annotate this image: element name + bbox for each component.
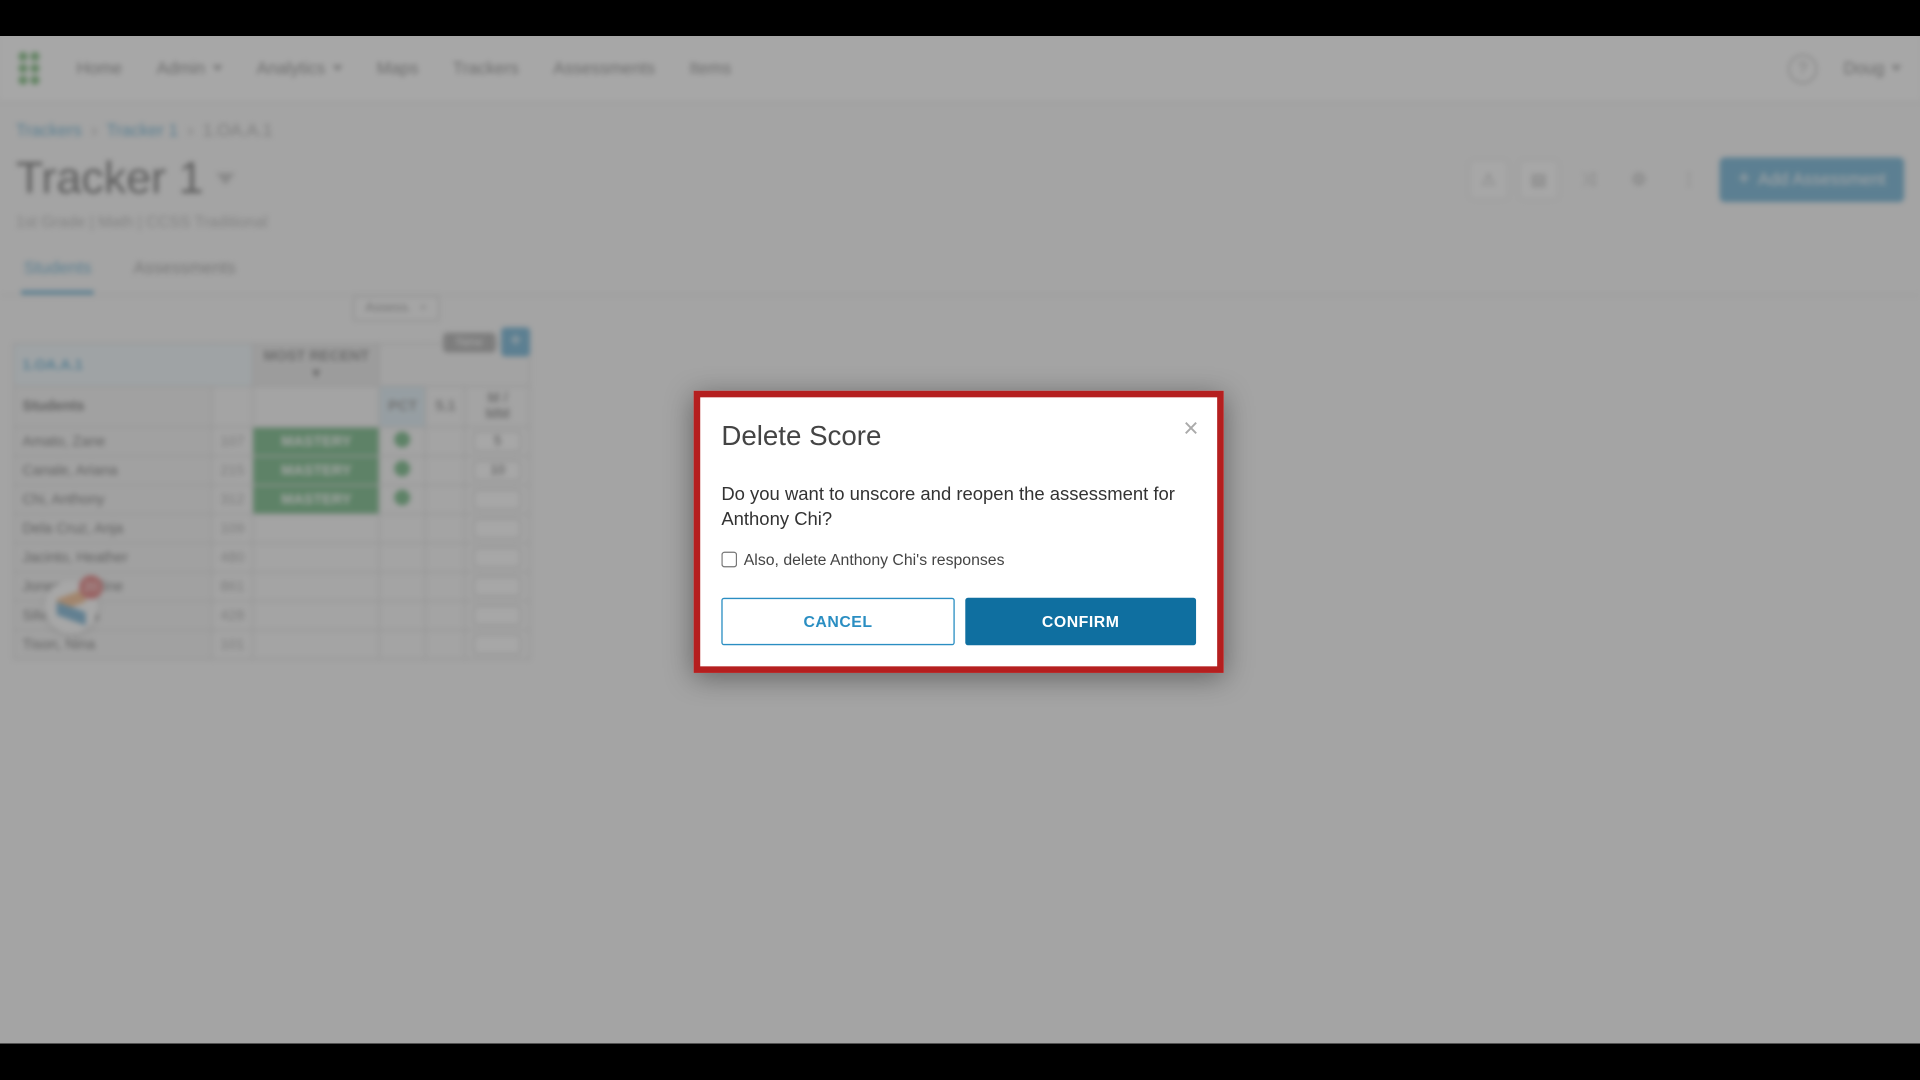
modal-title: Delete Score — [721, 421, 1196, 453]
delete-responses-input[interactable] — [721, 551, 737, 567]
cancel-button[interactable]: CANCEL — [721, 597, 954, 644]
delete-score-modal: Delete Score × Do you want to unscore an… — [694, 391, 1224, 673]
confirm-button[interactable]: CONFIRM — [965, 597, 1196, 644]
delete-responses-checkbox[interactable]: Also, delete Anthony Chi's responses — [721, 550, 1196, 568]
modal-body: Do you want to unscore and reopen the as… — [721, 482, 1196, 532]
close-icon[interactable]: × — [1183, 416, 1198, 442]
